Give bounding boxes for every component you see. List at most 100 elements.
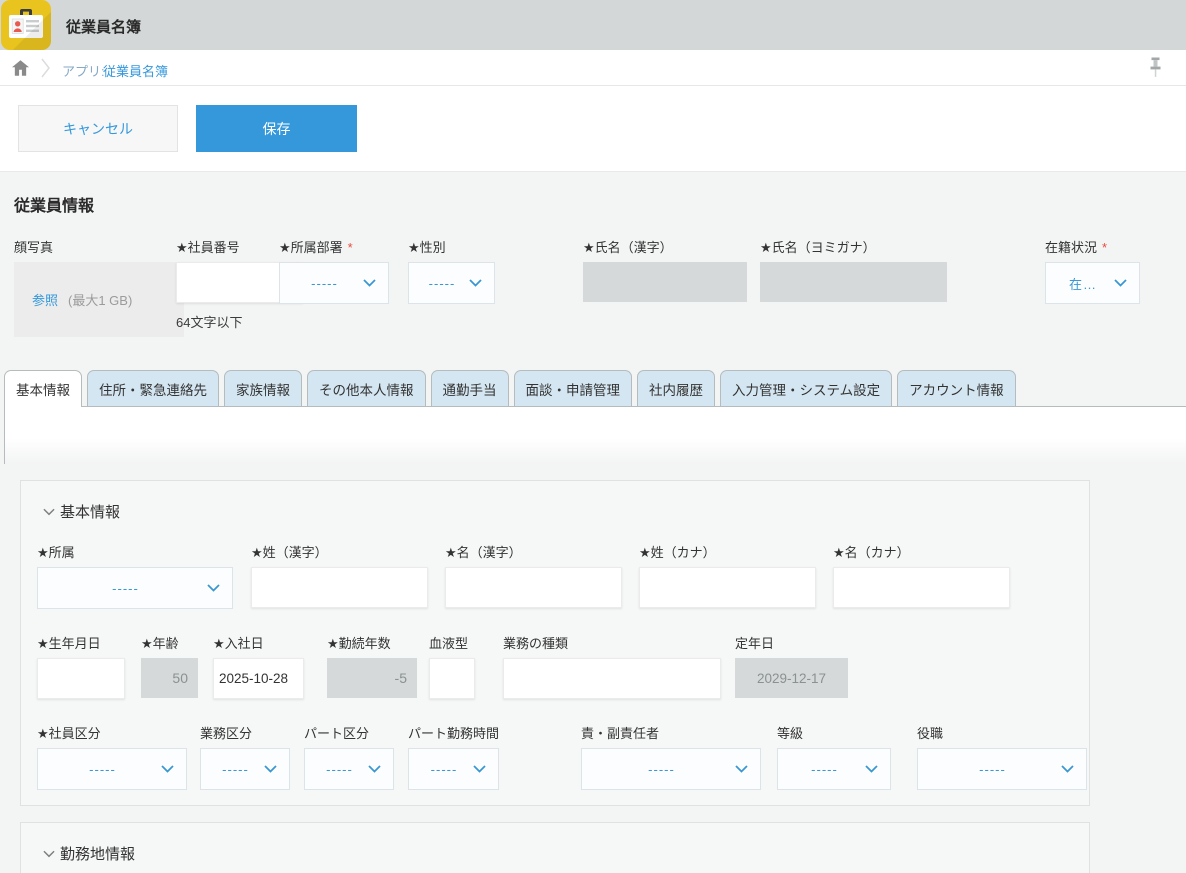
- department-value: -----: [292, 276, 357, 291]
- status-field: 在籍状況* 在…: [1045, 237, 1140, 304]
- manager-field: 責・副責任者 -----: [581, 723, 761, 790]
- manager-value: -----: [594, 762, 729, 777]
- required-star: *: [348, 240, 353, 255]
- gender-value: -----: [421, 276, 463, 291]
- tab-input-system-settings[interactable]: 入力管理・システム設定: [720, 370, 892, 406]
- gender-select[interactable]: -----: [408, 262, 495, 304]
- breadcrumb: アプリ: 従業員名簿: [0, 50, 1186, 86]
- part-hours-select[interactable]: -----: [408, 748, 499, 790]
- last-name-kanji-field: ★姓（漢字）: [251, 542, 428, 608]
- breadcrumb-app-link[interactable]: 従業員名簿: [103, 61, 168, 80]
- job-type-input[interactable]: [503, 658, 721, 699]
- tenure-readonly: -5: [327, 658, 417, 698]
- employee-class-select[interactable]: -----: [37, 748, 187, 790]
- home-icon[interactable]: [12, 60, 29, 79]
- birthdate-label: ★生年月日: [37, 633, 125, 658]
- tab-internal-history[interactable]: 社内履歴: [637, 370, 715, 406]
- part-hours-label: パート勤務時間: [408, 723, 499, 748]
- name-kana-field: ★氏名（ヨミガナ）: [760, 237, 947, 302]
- grade-value: -----: [790, 762, 859, 777]
- photo-browse-link[interactable]: 参照: [32, 290, 58, 309]
- employee-class-field: ★社員区分 -----: [37, 723, 187, 790]
- workplace-group-header[interactable]: 勤務地情報: [43, 843, 135, 864]
- manager-select[interactable]: -----: [581, 748, 761, 790]
- name-kanji-readonly: [583, 262, 747, 302]
- chevron-down-icon: [1061, 765, 1074, 773]
- chevron-down-icon: [735, 765, 748, 773]
- chevron-down-icon: [473, 765, 486, 773]
- position-value: -----: [930, 762, 1055, 777]
- first-name-kana-label: ★名（カナ）: [833, 542, 1010, 567]
- work-class-select[interactable]: -----: [200, 748, 290, 790]
- page-title: 従業員名簿: [66, 16, 141, 37]
- department-select[interactable]: -----: [279, 262, 389, 304]
- app-icon[interactable]: [1, 0, 51, 50]
- first-name-kanji-input[interactable]: [445, 567, 622, 608]
- hire-date-label: ★入社日: [213, 633, 304, 658]
- first-name-kana-input[interactable]: [833, 567, 1010, 608]
- blood-type-input[interactable]: [429, 658, 475, 699]
- last-name-kanji-input[interactable]: [251, 567, 428, 608]
- part-class-select[interactable]: -----: [304, 748, 394, 790]
- affiliation-label: ★所属: [37, 542, 233, 567]
- affiliation-field: ★所属 -----: [37, 542, 233, 609]
- part-class-value: -----: [317, 762, 362, 777]
- hire-date-input[interactable]: 2025-10-28: [213, 658, 304, 699]
- tab-commute-allowance[interactable]: 通勤手当: [431, 370, 509, 406]
- department-label: ★所属部署: [279, 240, 343, 255]
- tab-address-emergency[interactable]: 住所・緊急連絡先: [87, 370, 219, 406]
- pin-icon[interactable]: [1148, 57, 1163, 82]
- position-select[interactable]: -----: [917, 748, 1087, 790]
- last-name-kana-input[interactable]: [639, 567, 816, 608]
- tab-interview-application[interactable]: 面談・申請管理: [514, 370, 633, 406]
- work-class-value: -----: [213, 762, 258, 777]
- basic-info-panel: 基本情報 ★所属 ----- ★姓（漢字） ★名（漢字） ★姓（カナ） ★名（カ…: [20, 480, 1090, 806]
- tab-basic-info[interactable]: 基本情報: [4, 370, 82, 407]
- birthdate-input[interactable]: [37, 658, 125, 699]
- chevron-right-icon: [40, 57, 51, 82]
- tab-family-info[interactable]: 家族情報: [224, 370, 302, 406]
- basic-info-group-header[interactable]: 基本情報: [43, 501, 120, 522]
- position-label: 役職: [917, 723, 1087, 748]
- employee-no-hint: 64文字以下: [176, 312, 242, 331]
- age-readonly: 50: [141, 658, 198, 698]
- photo-field: 顔写真: [14, 237, 53, 262]
- first-name-kanji-field: ★名（漢字）: [445, 542, 622, 608]
- status-select[interactable]: 在…: [1045, 262, 1140, 304]
- required-star: *: [1102, 240, 1107, 255]
- manager-label: 責・副責任者: [581, 723, 761, 748]
- workplace-panel: 勤務地情報: [20, 822, 1090, 873]
- chevron-down-icon: [363, 279, 376, 287]
- chevron-down-icon: [43, 850, 55, 858]
- id-card-icon: [9, 9, 43, 40]
- name-kana-label: ★氏名（ヨミガナ）: [760, 237, 947, 262]
- tab-account-info[interactable]: アカウント情報: [897, 370, 1016, 406]
- retirement-date-label: 定年日: [735, 633, 848, 658]
- age-field: ★年齢 50: [141, 633, 198, 698]
- employee-class-value: -----: [50, 762, 155, 777]
- photo-label: 顔写真: [14, 237, 53, 262]
- first-name-kana-field: ★名（カナ）: [833, 542, 1010, 608]
- blood-type-label: 血液型: [429, 633, 475, 658]
- gender-field: ★性別 -----: [408, 237, 495, 304]
- save-button[interactable]: 保存: [196, 105, 357, 152]
- birthdate-field: ★生年月日: [37, 633, 125, 699]
- blood-type-field: 血液型: [429, 633, 475, 699]
- photo-size-limit: (最大1 GB): [68, 290, 132, 309]
- hire-date-field: ★入社日 2025-10-28: [213, 633, 304, 699]
- affiliation-select[interactable]: -----: [37, 567, 233, 609]
- tenure-label: ★勤続年数: [327, 633, 417, 658]
- part-hours-value: -----: [421, 762, 467, 777]
- chevron-down-icon: [207, 584, 220, 592]
- chevron-down-icon: [865, 765, 878, 773]
- group-title: 基本情報: [60, 501, 120, 522]
- photo-dropzone: 参照 (最大1 GB): [14, 262, 184, 337]
- tab-other-personal[interactable]: その他本人情報: [307, 370, 426, 406]
- cancel-button[interactable]: キャンセル: [18, 105, 178, 152]
- grade-select[interactable]: -----: [777, 748, 891, 790]
- tab-strip: 基本情報 住所・緊急連絡先 家族情報 その他本人情報 通勤手当 面談・申請管理 …: [4, 370, 1186, 407]
- chevron-down-icon: [469, 279, 482, 287]
- last-name-kanji-label: ★姓（漢字）: [251, 542, 428, 567]
- group-title: 勤務地情報: [60, 843, 135, 864]
- part-hours-field: パート勤務時間 -----: [408, 723, 499, 790]
